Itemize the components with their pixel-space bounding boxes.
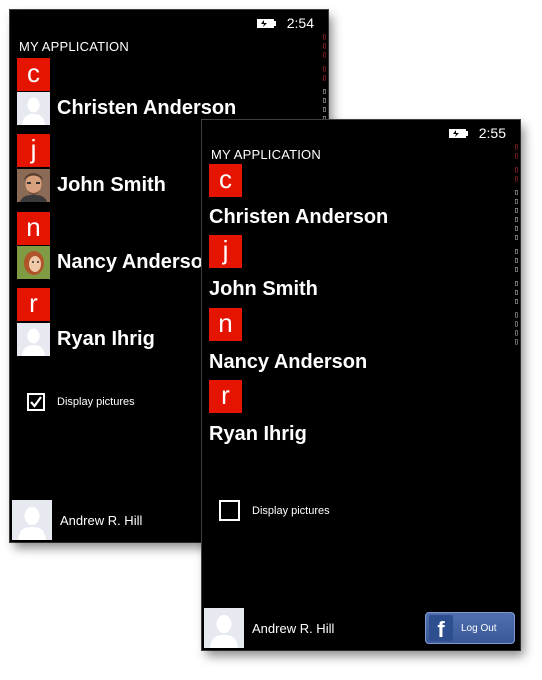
avatar-placeholder-icon — [17, 92, 50, 125]
user-avatar-icon — [12, 500, 52, 540]
group-header-j[interactable]: j — [209, 235, 242, 268]
contact-row[interactable]: John Smith — [17, 169, 166, 202]
status-bar: 2:55 — [447, 120, 506, 146]
app-title: MY APPLICATION — [19, 39, 129, 54]
user-avatar-icon — [204, 608, 244, 648]
status-bar: 2:54 — [255, 10, 314, 36]
contact-name: Christen Anderson — [57, 97, 237, 119]
group-header-j[interactable]: j — [17, 134, 50, 167]
status-time: 2:54 — [286, 15, 314, 31]
group-header-r[interactable]: r — [209, 380, 242, 413]
facebook-icon: f — [429, 615, 453, 641]
user-name: Andrew R. Hill — [60, 512, 143, 528]
checkmark-icon — [30, 396, 42, 408]
group-header-c[interactable]: c — [17, 58, 50, 91]
side-debug-strip: ▯▯ ▯▯ ▯▯▯▯▯▯ ▯▯▯ ▯▯▯ ▯▯▯▯ — [512, 142, 520, 347]
display-pictures-toggle[interactable]: Display pictures — [27, 393, 135, 411]
battery-charging-icon — [447, 128, 469, 139]
contact-row[interactable]: John Smith — [209, 274, 318, 304]
battery-charging-icon — [255, 18, 277, 29]
contact-row[interactable]: Nancy Anderson — [17, 246, 215, 279]
checkbox-checked[interactable] — [27, 393, 45, 411]
contact-name: Nancy Anderson — [57, 251, 216, 273]
contact-name: Ryan Ihrig — [57, 328, 155, 350]
contact-name: John Smith — [209, 277, 318, 300]
contact-name: John Smith — [57, 174, 166, 196]
contact-name: Christen Anderson — [209, 205, 389, 228]
user-footer: Andrew R. Hill — [204, 608, 334, 648]
group-header-c[interactable]: c — [209, 164, 242, 197]
contact-name: Ryan Ihrig — [209, 422, 307, 445]
user-name: Andrew R. Hill — [252, 620, 335, 636]
phone-screen-2: 2:55 MY APPLICATION c Christen Anderson … — [202, 120, 520, 650]
group-header-n[interactable]: n — [209, 308, 242, 341]
contact-row[interactable]: Ryan Ihrig — [17, 323, 155, 356]
contact-row[interactable]: Ryan Ihrig — [209, 419, 307, 449]
display-pictures-toggle[interactable]: Display pictures — [219, 500, 330, 521]
group-header-r[interactable]: r — [17, 288, 50, 321]
status-time: 2:55 — [478, 125, 506, 141]
app-title: MY APPLICATION — [211, 147, 321, 162]
contact-row[interactable]: Christen Anderson — [209, 202, 388, 232]
group-header-n[interactable]: n — [17, 212, 50, 245]
avatar-placeholder-icon — [17, 323, 50, 356]
contact-photo-icon — [17, 246, 50, 279]
contact-name: Nancy Anderson — [209, 350, 368, 373]
user-footer: Andrew R. Hill — [12, 500, 142, 540]
checkbox-label: Display pictures — [252, 504, 330, 517]
contact-photo-icon — [17, 169, 50, 202]
facebook-logout-button[interactable]: f Log Out — [425, 612, 515, 644]
checkbox-label: Display pictures — [57, 396, 135, 408]
checkbox-unchecked[interactable] — [219, 500, 240, 521]
logout-label: Log Out — [461, 622, 497, 634]
contact-row[interactable]: Nancy Anderson — [209, 347, 367, 377]
